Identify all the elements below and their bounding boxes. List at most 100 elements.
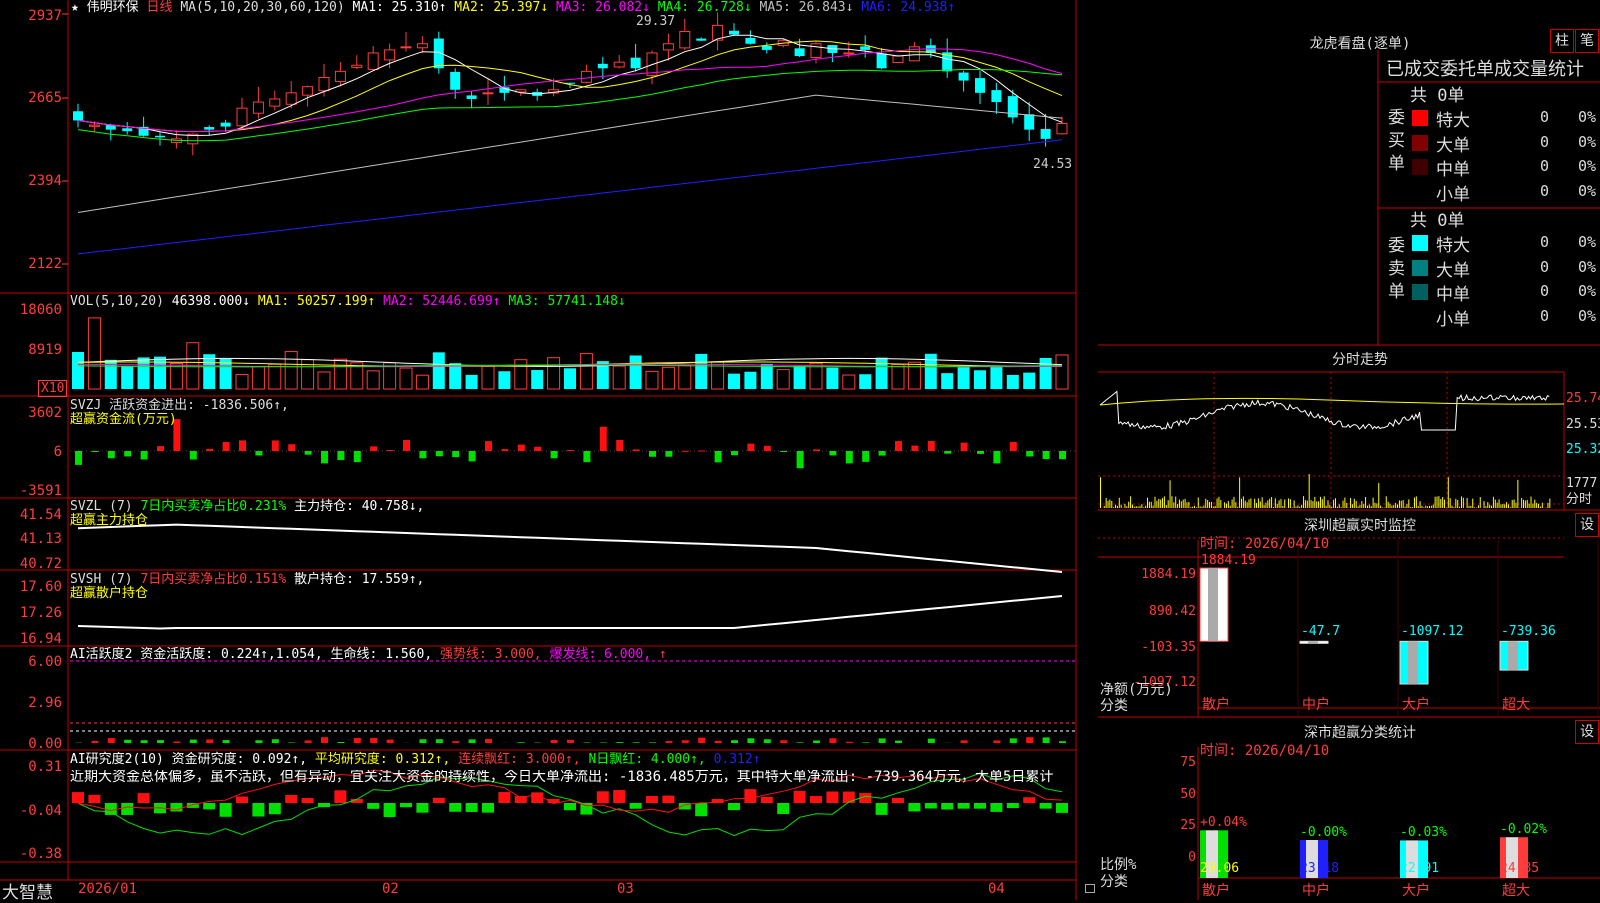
intraday-vol-bar xyxy=(1529,504,1530,508)
ai2-bar xyxy=(384,803,396,817)
date-label-1: 2026/01 xyxy=(78,882,137,896)
intraday-vol-bar xyxy=(1391,505,1392,508)
sell-1-color-swatch xyxy=(1412,260,1428,276)
ai2-bar xyxy=(121,803,133,815)
intraday-line xyxy=(1100,392,1564,431)
intraday-vol-bar xyxy=(1329,505,1330,508)
candle-body xyxy=(319,77,329,90)
ai1-bar xyxy=(206,739,213,743)
ai1-bar xyxy=(829,738,836,743)
volume-bar xyxy=(88,318,100,389)
sz1-settings-button[interactable]: 设 xyxy=(1575,513,1599,537)
volume-bar xyxy=(564,368,576,389)
volume-bar xyxy=(958,366,970,389)
svzj-bar xyxy=(567,450,574,451)
intraday-vol-bar xyxy=(1299,507,1300,508)
ai1-axis-1: 6.00 xyxy=(0,654,62,670)
intraday-vol-bar xyxy=(1478,505,1479,508)
intraday-vol-bar xyxy=(1399,500,1400,508)
intraday-vol-bar xyxy=(1177,504,1178,508)
svzl-ratio: 7日内买卖净占比0.231% xyxy=(140,499,286,514)
svzj-bar xyxy=(354,451,361,462)
intraday-vol-bar xyxy=(1311,500,1312,508)
intraday-vol-bar xyxy=(1196,507,1197,508)
vol-unit-badge[interactable]: X10 xyxy=(38,380,67,397)
intraday-vol-bar xyxy=(1452,506,1453,508)
star-icon[interactable]: ★ xyxy=(71,0,79,15)
intraday-vol-bar xyxy=(1339,504,1340,508)
sz2-change-3: -0.02% xyxy=(1500,823,1547,837)
intraday-vol-bar xyxy=(1514,499,1515,508)
intraday-vol-bar xyxy=(1124,504,1125,508)
intraday-vol-bar xyxy=(1412,507,1413,508)
bar-view-button[interactable]: 柱 xyxy=(1550,29,1574,53)
ai2-bar xyxy=(744,789,756,803)
volume-bar xyxy=(941,373,953,389)
svzj-bars xyxy=(75,419,1066,468)
candle-body xyxy=(303,87,313,95)
svzl-value: 主力持仓: 40.758↓, xyxy=(294,499,424,514)
intraday-vol-bar xyxy=(1523,500,1524,508)
low-annotation: 24.53 xyxy=(1033,158,1072,172)
ai1-bar xyxy=(993,740,1000,743)
candle-body xyxy=(270,99,280,106)
ai2-axis-1: 0.31 xyxy=(0,759,62,775)
svzj-bar xyxy=(91,451,98,452)
svzj-bar xyxy=(239,440,246,451)
intraday-vol-bar xyxy=(1158,499,1159,508)
lock-icon[interactable] xyxy=(1085,884,1095,893)
svzj-bar xyxy=(190,451,197,460)
date-label-2: 02 xyxy=(382,882,399,896)
intraday-vol-bar xyxy=(1499,499,1500,508)
intraday-vol-bar xyxy=(1254,499,1255,508)
intraday-vol-bar xyxy=(1534,500,1535,508)
intraday-vol-bar xyxy=(1192,507,1193,508)
intraday-vol-bar xyxy=(1468,506,1469,508)
ai1-bar xyxy=(813,740,820,743)
sz1-xlabel: 分类 xyxy=(1100,699,1128,713)
sz2-change-0: +0.04% xyxy=(1200,816,1247,830)
candle-body xyxy=(286,93,296,104)
intraday-vol-bar xyxy=(1305,500,1306,508)
ai2-bar xyxy=(810,796,822,803)
intraday-vol-bar xyxy=(1521,498,1522,508)
intraday-vol-bar xyxy=(1408,499,1409,508)
intraday-vol-bar xyxy=(1437,497,1438,508)
svzj-bar xyxy=(321,451,328,463)
tick-view-button[interactable]: 笔 xyxy=(1575,29,1599,53)
svzj-bar xyxy=(272,440,279,451)
sz2-axis-1: 75 xyxy=(1160,756,1196,770)
volume-bar xyxy=(859,374,871,389)
svsh-name: SVSH (7) xyxy=(70,572,133,587)
ai1-arrow: ↑ xyxy=(659,647,667,662)
intraday-vol-bar xyxy=(1239,477,1240,508)
intraday-vol-bar xyxy=(1156,501,1157,508)
candle-body xyxy=(696,39,706,41)
buy-row-pct: 0% xyxy=(1578,108,1596,126)
sell-0-color-swatch xyxy=(1412,235,1428,251)
intraday-vol-bar xyxy=(1497,503,1498,508)
intraday-vol-bar xyxy=(1536,503,1537,508)
candle-body xyxy=(237,108,247,126)
volume-bar xyxy=(449,363,461,389)
intraday-vol-bar xyxy=(1374,503,1375,508)
sz1-cat-0: 散户 xyxy=(1202,698,1230,712)
intraday-vol-bar xyxy=(1495,500,1496,508)
period-label[interactable]: 日线 xyxy=(147,0,173,15)
candle-body xyxy=(385,50,395,60)
ai1-value: AI活跃度2 资金活跃度: 0.224↑,1.054, xyxy=(70,647,323,662)
volume-bar xyxy=(695,354,707,389)
ai2-bar xyxy=(794,791,806,803)
svzl-axis-2: 41.13 xyxy=(0,531,62,547)
intraday-vol-bar xyxy=(1301,505,1302,508)
svzj-bar xyxy=(616,440,623,451)
price-axis-4: 2122 xyxy=(0,256,62,272)
sz2-settings-button[interactable]: 设 xyxy=(1575,720,1599,744)
sz1-bars xyxy=(1200,568,1528,684)
volume-bar xyxy=(1023,373,1035,389)
intraday-vol-bar xyxy=(1455,499,1456,508)
price-axis-3: 2394 xyxy=(0,173,62,189)
svzj-bar xyxy=(255,451,262,455)
svzj-label: SVZJ 活跃资金进出: -1836.506↑, xyxy=(70,399,289,413)
intraday-vol-bar xyxy=(1275,498,1276,508)
